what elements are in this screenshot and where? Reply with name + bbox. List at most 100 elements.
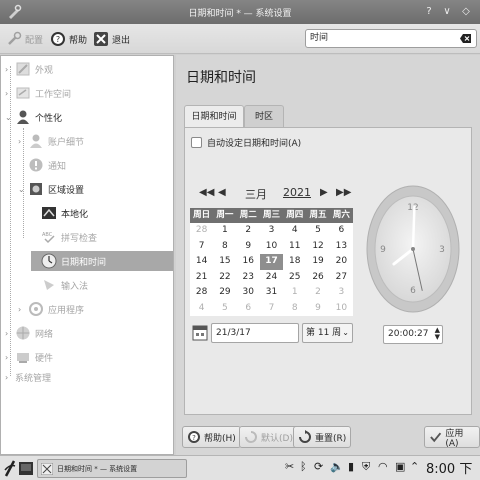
keyboard-tray-icon[interactable]: ▮ [348,460,354,473]
sidebar-item-appearance[interactable]: › 外观 [5,59,173,79]
calendar-day[interactable]: 15 [213,254,236,270]
calendar-day[interactable]: 9 [237,239,260,255]
sidebar-item-date-time[interactable]: 日期和时间 [31,251,173,271]
calendar-day[interactable]: 4 [190,301,213,317]
calendar-day[interactable]: 18 [283,254,306,270]
calendar-day[interactable]: 28 [190,223,213,239]
week-select[interactable]: 第 11 周 ⌄ [302,323,353,343]
calendar-day[interactable]: 8 [213,239,236,255]
bluetooth-icon[interactable]: ᛒ [300,460,307,473]
calendar-today-icon[interactable] [192,324,208,341]
calendar-day[interactable]: 31 [260,285,283,301]
calendar-day[interactable]: 30 [237,285,260,301]
expand-arrow-icon[interactable]: › [5,65,15,74]
wifi-icon[interactable]: ◠ [378,460,388,473]
maximize-button[interactable]: ◇ [458,4,474,20]
calendar-day[interactable]: 28 [190,285,213,301]
calendar-day[interactable]: 6 [330,223,353,239]
help-button[interactable]: ? 帮助 [50,30,87,48]
collapse-arrow-icon[interactable]: ⌄ [5,113,15,122]
calendar-day[interactable]: 6 [237,301,260,317]
search-input[interactable]: 时间 [305,29,477,48]
volume-icon[interactable]: 🔈 [330,460,344,473]
calendar-day[interactable]: 11 [283,239,306,255]
calendar-day[interactable]: 21 [190,270,213,286]
sidebar-item-regional-settings[interactable]: ⌄ 区域设置 [18,179,173,199]
shield-icon[interactable]: ⛨ [362,460,370,474]
app-launcher-icon[interactable] [3,460,17,477]
minimize-button[interactable]: ∨ [439,4,455,20]
sidebar-item-spell-check[interactable]: ABC 拼写检查 [31,227,173,247]
prev-month-button[interactable]: ◀ [218,187,226,198]
prev-year-button[interactable]: ◀◀ [199,187,214,198]
calendar-day[interactable]: 25 [283,270,306,286]
calendar-day[interactable]: 3 [260,223,283,239]
taskbar-clock[interactable]: 8:00 下午 [426,458,480,480]
expand-arrow-icon[interactable]: › [18,305,28,314]
scissors-icon[interactable]: ✂ [285,460,294,473]
calendar-day[interactable]: 1 [283,285,306,301]
sidebar-item-localization[interactable]: 本地化 [31,203,173,223]
calendar-day[interactable]: 22 [213,270,236,286]
calendar-day[interactable]: 2 [306,285,329,301]
reset-button[interactable]: 重置(R) [293,426,352,448]
sidebar-item-account-details[interactable]: › 账户细节 [18,131,173,151]
help-dialog-button[interactable]: ? 帮助(H) [182,426,241,448]
next-year-button[interactable]: ▶▶ [336,187,351,198]
calendar-day[interactable]: 5 [213,301,236,317]
display-icon[interactable]: ▣ [395,460,405,473]
expand-arrow-icon[interactable]: › [5,89,15,98]
date-input[interactable]: 21/3/17 [211,323,299,343]
calendar-day[interactable]: 16 [237,254,260,270]
sidebar-item-hardware[interactable]: › 硬件 [5,347,173,367]
auto-datetime-checkbox[interactable]: 自动设定日期和时间(A) [191,136,301,149]
configure-button[interactable]: 配置 [6,30,43,48]
sidebar-item-system-admin[interactable]: › 系统管理 [5,367,173,387]
expand-arrow-icon[interactable]: › [5,373,15,382]
calendar-day-selected[interactable]: 17 [259,254,284,270]
apply-button[interactable]: 应用(A) [424,426,480,449]
calendar-day[interactable]: 19 [306,254,329,270]
collapse-arrow-icon[interactable]: ⌄ [18,185,28,194]
expand-arrow-icon[interactable]: › [5,353,15,362]
tab-timezone[interactable]: 时区 [244,105,284,127]
sidebar-item-applications[interactable]: › 应用程序 [18,299,173,319]
time-spinner-icon[interactable]: ▲ ▼ [435,327,440,341]
calendar-day[interactable]: 2 [237,223,260,239]
calendar-day[interactable]: 13 [330,239,353,255]
sidebar-item-workspace[interactable]: › 工作空间 [5,83,173,103]
sidebar-item-input-method[interactable]: 输入法 [31,275,173,295]
sidebar-item-personalization[interactable]: ⌄ 个性化 [5,107,173,127]
checkbox-box[interactable] [191,137,202,148]
calendar-day[interactable]: 24 [260,270,283,286]
time-input[interactable]: 20:00:27 ▲ ▼ [383,325,443,344]
clear-search-icon[interactable] [460,33,472,44]
calendar-day[interactable]: 1 [213,223,236,239]
calendar-day[interactable]: 4 [283,223,306,239]
taskbar-window-item[interactable]: 日期和时间 * — 系统设置 [37,459,187,478]
calendar-day[interactable]: 20 [330,254,353,270]
calendar-day[interactable]: 14 [190,254,213,270]
expand-arrow-icon[interactable]: › [18,137,28,146]
sidebar-item-network[interactable]: › 网络 [5,323,173,343]
tray-expand-icon[interactable]: ⌃ [410,460,419,473]
calendar-day[interactable]: 9 [306,301,329,317]
calendar-day[interactable]: 7 [190,239,213,255]
show-desktop-icon[interactable] [19,462,33,475]
quit-button[interactable]: 退出 [93,30,130,48]
calendar-day[interactable]: 3 [330,285,353,301]
month-selector[interactable]: 三月 [245,186,267,202]
tab-date-time[interactable]: 日期和时间 [184,105,244,127]
calendar-day[interactable]: 8 [283,301,306,317]
sidebar-item-notifications[interactable]: 通知 [18,155,173,175]
calendar-day[interactable]: 26 [306,270,329,286]
expand-arrow-icon[interactable]: › [5,329,15,338]
calendar-day[interactable]: 27 [330,270,353,286]
calendar-day[interactable]: 7 [260,301,283,317]
network-tray-icon[interactable]: ⟳ [314,460,323,473]
calendar-day[interactable]: 12 [306,239,329,255]
year-selector[interactable]: 2021 [283,186,311,199]
defaults-button[interactable]: 默认(D) [239,426,298,448]
help-window-button[interactable]: ? [421,4,437,20]
calendar-day[interactable]: 10 [260,239,283,255]
